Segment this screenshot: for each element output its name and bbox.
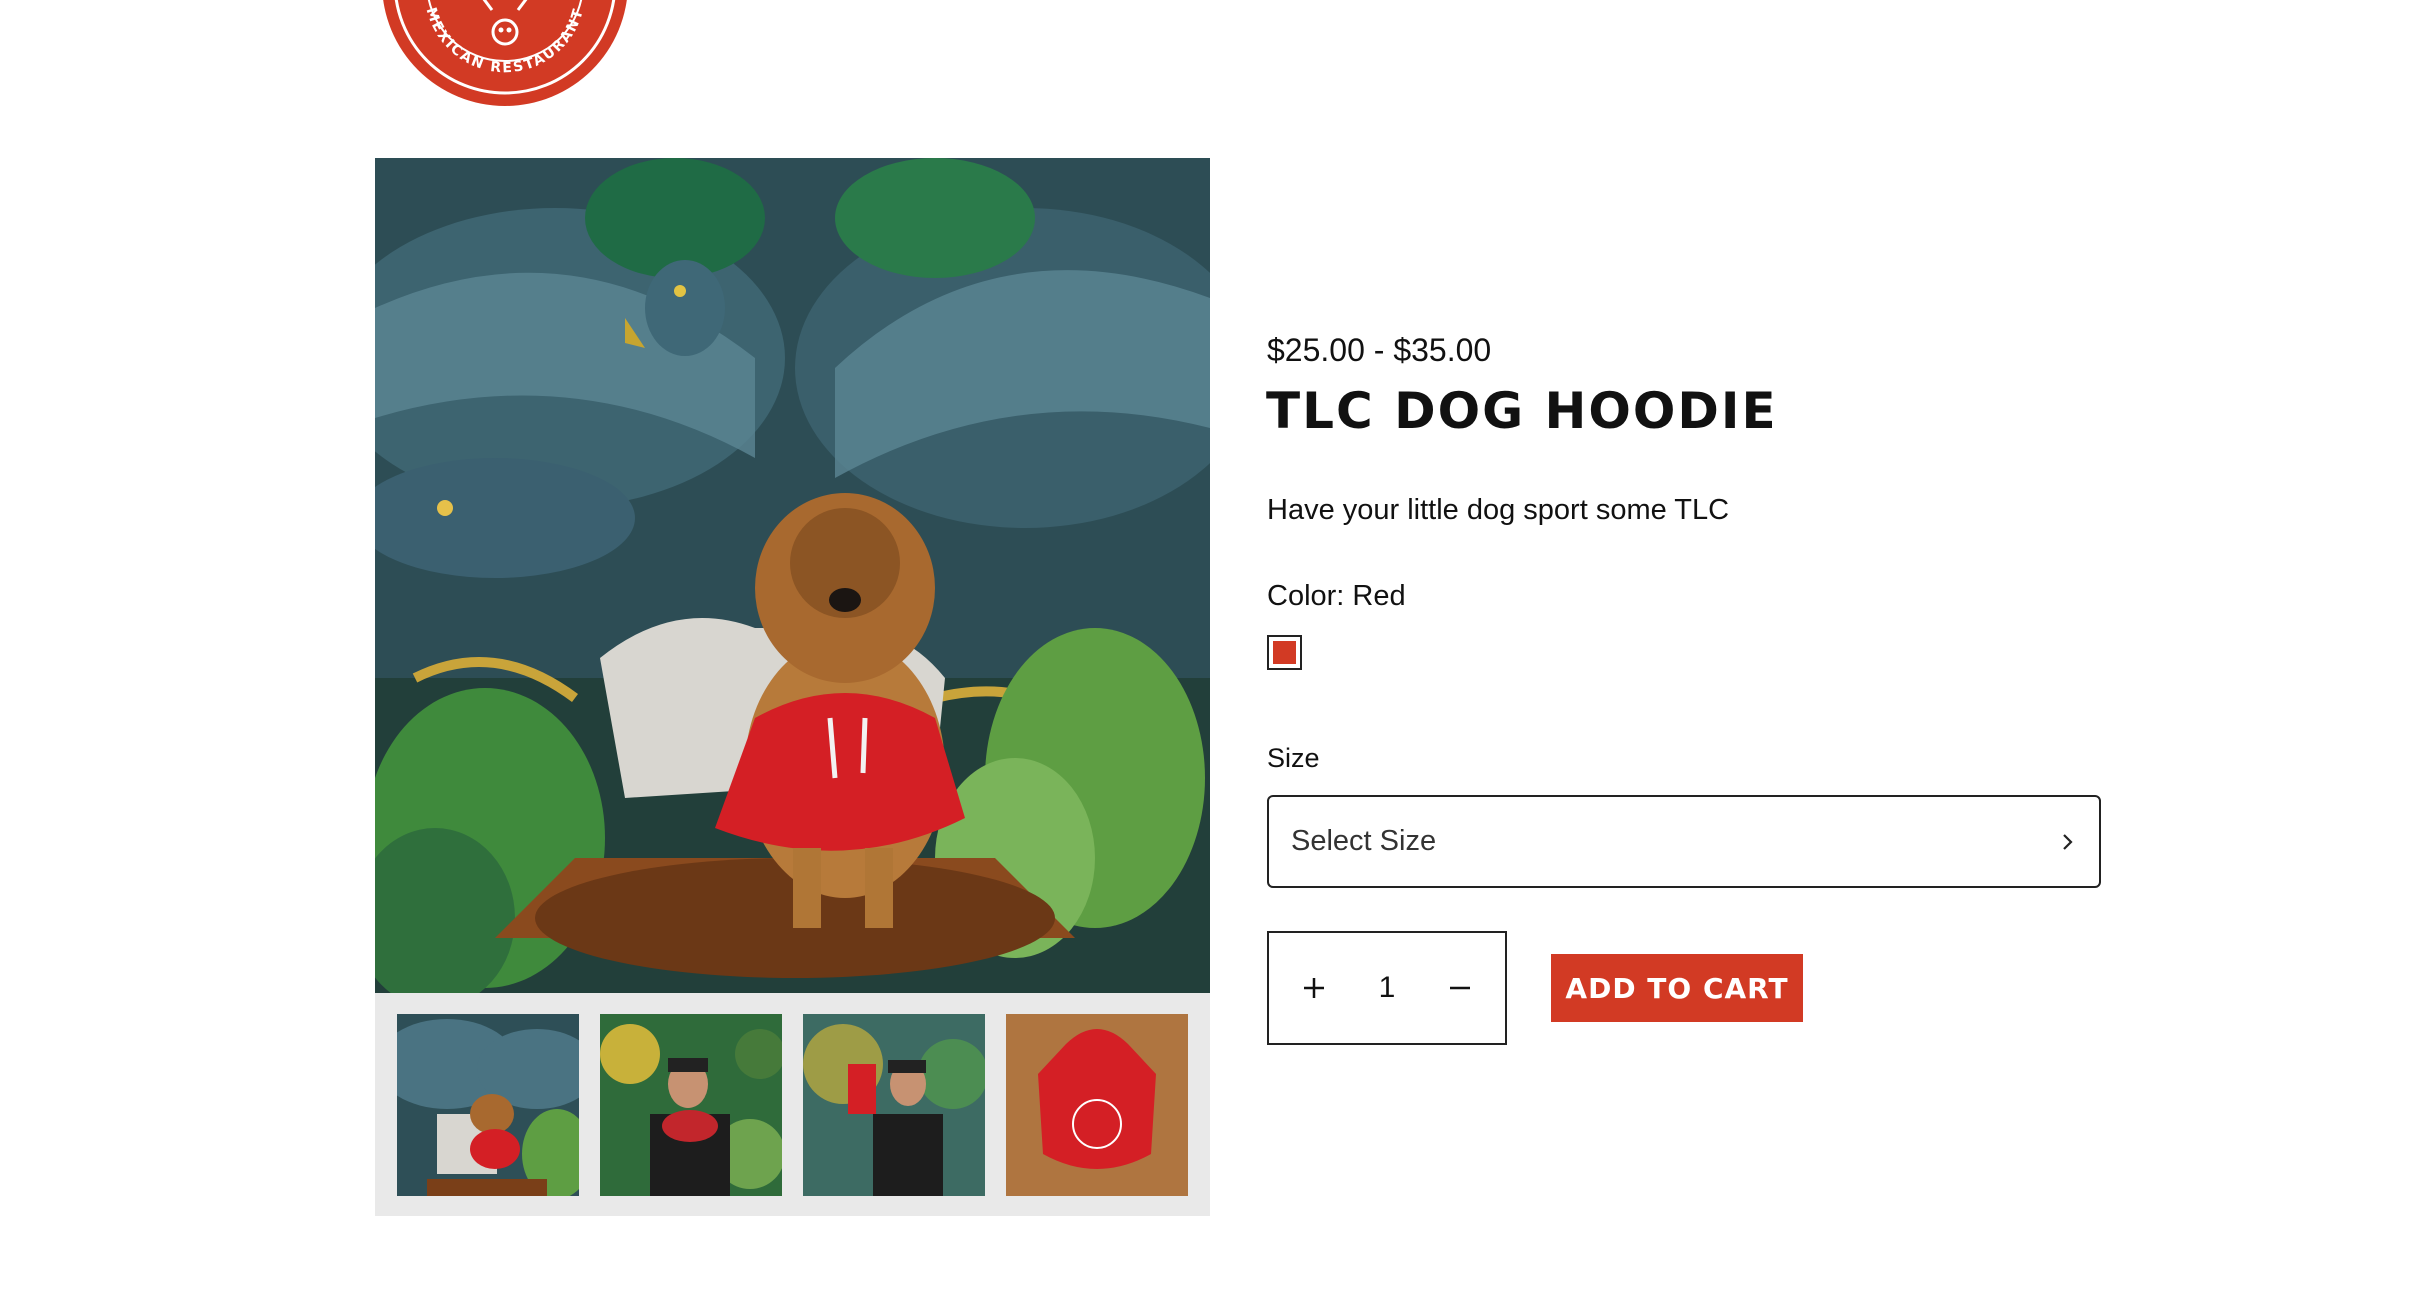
- product-description: Have your little dog sport some TLC: [1267, 494, 1730, 526]
- minus-icon: [1450, 986, 1470, 990]
- product-gallery: [375, 158, 1210, 1216]
- quantity-value[interactable]: 1: [1379, 971, 1396, 1005]
- plus-icon: [1304, 978, 1324, 998]
- product-title: TLC DOG HOODIE: [1266, 382, 1778, 440]
- size-select-value: Select Size: [1291, 825, 1437, 857]
- product-price: $25.00 - $35.00: [1267, 332, 1492, 368]
- svg-text:MEXICAN RESTAURANT: MEXICAN RESTAURANT: [423, 6, 588, 77]
- size-select[interactable]: Select Size: [1267, 795, 2101, 888]
- quantity-stepper: 1: [1267, 931, 1507, 1045]
- swatch-fill: [1273, 641, 1296, 664]
- add-to-cart-button[interactable]: ADD TO CART: [1551, 954, 1803, 1022]
- restaurant-logo[interactable]: MEXICAN RESTAURANT: [382, 0, 628, 106]
- thumbnail-man-holding-hoodie[interactable]: [803, 1014, 985, 1196]
- chevron-right-icon: [2063, 833, 2073, 850]
- thumbnail-dog-in-hoodie[interactable]: [397, 1014, 579, 1196]
- thumbnail-man-holding-dog[interactable]: [600, 1014, 782, 1196]
- decrease-quantity-button[interactable]: [1445, 973, 1475, 1003]
- increase-quantity-button[interactable]: [1299, 973, 1329, 1003]
- size-label: Size: [1267, 743, 1320, 773]
- main-product-image[interactable]: [375, 158, 1210, 993]
- color-swatch-red[interactable]: [1267, 635, 1302, 670]
- thumbnail-hoodie-on-wood[interactable]: [1006, 1014, 1188, 1196]
- color-label: Color: Red: [1267, 580, 1406, 612]
- logo-text: MEXICAN RESTAURANT: [423, 6, 586, 77]
- thumbnail-strip: [397, 1014, 1188, 1196]
